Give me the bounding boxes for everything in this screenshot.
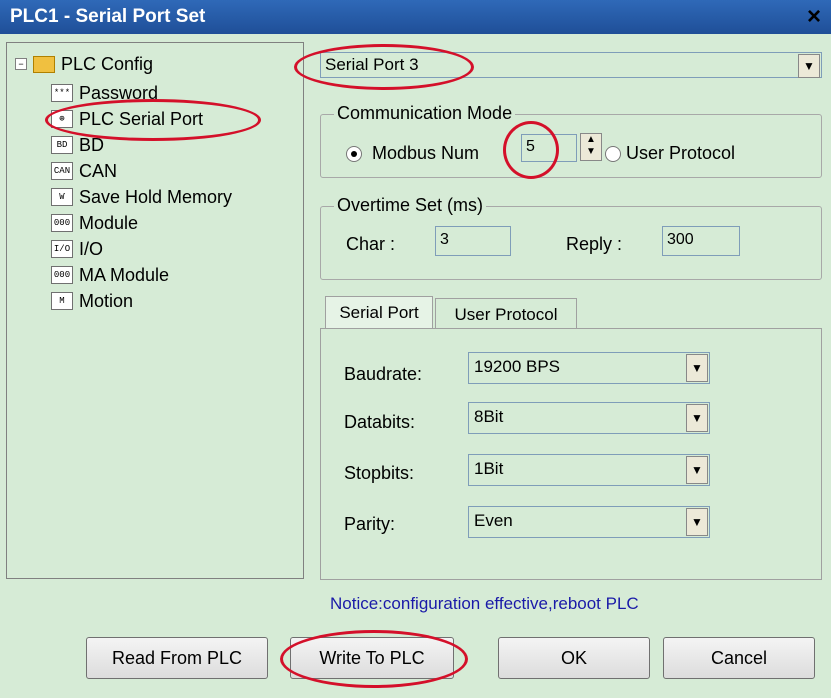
baudrate-label: Baudrate: — [344, 364, 423, 384]
memory-icon: Ⱳ — [51, 188, 73, 206]
read-from-plc-button[interactable]: Read From PLC — [86, 637, 268, 679]
io-icon: I/O — [51, 240, 73, 258]
tree-item-label: Module — [79, 212, 139, 233]
cancel-button[interactable]: Cancel — [663, 637, 815, 679]
radio-selected-icon — [346, 146, 362, 162]
tree-item-label: MA Module — [79, 264, 170, 285]
can-icon: CAN — [51, 162, 73, 180]
stopbits-select[interactable]: 1Bit ▼ — [468, 454, 710, 486]
dropdown-arrow-icon[interactable]: ▼ — [686, 354, 708, 382]
stopbits-label: Stopbits: — [344, 463, 415, 483]
highlight-ellipse — [503, 121, 559, 179]
tree-item-label: CAN — [79, 160, 118, 181]
module-icon: 000 — [51, 214, 73, 232]
stopbits-value: 1Bit — [474, 459, 504, 478]
password-icon: *** — [51, 84, 73, 102]
tree-item-ma-module[interactable]: 000 MA Module — [51, 262, 169, 288]
baudrate-select[interactable]: 19200 BPS ▼ — [468, 352, 710, 384]
notice-text: Notice:configuration effective,reboot PL… — [330, 594, 639, 613]
dropdown-arrow-icon[interactable]: ▼ — [798, 54, 820, 78]
radio-empty-icon — [605, 146, 621, 162]
tab-serial-port[interactable]: Serial Port — [325, 296, 433, 329]
bd-icon: BD — [51, 136, 73, 154]
overtime-title: Overtime Set (ms) — [334, 195, 487, 216]
highlight-ellipse — [280, 630, 468, 688]
tree-item-save-hold-memory[interactable]: Ⱳ Save Hold Memory — [51, 184, 232, 210]
folder-icon — [33, 55, 55, 73]
tree-item-module[interactable]: 000 Module — [51, 210, 138, 236]
parity-select[interactable]: Even ▼ — [468, 506, 710, 538]
tree-item-motion[interactable]: M Motion — [51, 288, 133, 314]
modbus-num-spinner[interactable]: ▲ ▼ — [580, 133, 602, 161]
motion-icon: M — [51, 292, 73, 310]
user-protocol-label: User Protocol — [626, 143, 736, 163]
tree-item-label: Save Hold Memory — [79, 186, 233, 207]
tree-root-label: PLC Config — [61, 53, 154, 74]
title-bar: PLC1 - Serial Port Set — [0, 0, 831, 34]
config-tree[interactable]: − PLC Config *** Password ⊕ PLC Serial P… — [6, 42, 304, 579]
databits-label: Databits: — [344, 412, 416, 432]
reply-label: Reply : — [566, 234, 623, 254]
parity-value: Even — [474, 511, 513, 530]
close-button[interactable]: × — [800, 4, 828, 30]
char-label: Char : — [346, 234, 396, 254]
char-input[interactable]: 3 — [435, 226, 511, 256]
databits-value: 8Bit — [474, 407, 504, 426]
tab-user-protocol[interactable]: User Protocol — [435, 298, 577, 329]
modbus-radio[interactable] — [346, 146, 362, 167]
ok-button[interactable]: OK — [498, 637, 650, 679]
user-protocol-radio[interactable] — [605, 146, 621, 167]
collapse-icon[interactable]: − — [15, 58, 27, 70]
highlight-ellipse — [45, 99, 261, 141]
window-title: PLC1 - Serial Port Set — [10, 6, 206, 27]
modbus-num-label: Modbus Num — [372, 143, 480, 163]
databits-select[interactable]: 8Bit ▼ — [468, 402, 710, 434]
communication-mode-title: Communication Mode — [334, 103, 516, 124]
ma-module-icon: 000 — [51, 266, 73, 284]
baudrate-value: 19200 BPS — [474, 357, 561, 376]
dropdown-arrow-icon[interactable]: ▼ — [686, 508, 708, 536]
reply-input[interactable]: 300 — [662, 226, 740, 256]
dropdown-arrow-icon[interactable]: ▼ — [686, 404, 708, 432]
tree-item-io[interactable]: I/O I/O — [51, 236, 103, 262]
parity-label: Parity: — [344, 514, 396, 534]
highlight-ellipse — [294, 44, 474, 90]
tree-item-can[interactable]: CAN CAN — [51, 158, 117, 184]
tree-item-label: I/O — [79, 238, 104, 259]
dropdown-arrow-icon[interactable]: ▼ — [686, 456, 708, 484]
tree-item-label: Motion — [79, 290, 134, 311]
tree-root-plc-config[interactable]: − PLC Config — [15, 51, 153, 77]
